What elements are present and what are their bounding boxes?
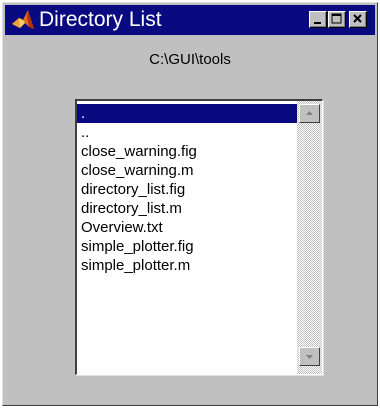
vertical-scrollbar[interactable] bbox=[297, 101, 322, 374]
list-item[interactable]: close_warning.m bbox=[77, 161, 297, 180]
matlab-logo-icon[interactable] bbox=[11, 9, 35, 31]
list-item[interactable]: directory_list.m bbox=[77, 199, 297, 218]
figure-window: Directory List C:\GUI\tools ... close_war… bbox=[2, 2, 378, 406]
close-icon bbox=[353, 14, 362, 23]
current-directory-label: C:\GUI\tools bbox=[149, 51, 231, 68]
maximize-icon bbox=[331, 13, 342, 24]
file-listbox[interactable]: ... close_warning.fig close_warning.m direc… bbox=[75, 99, 323, 375]
list-item[interactable]: Overview.txt bbox=[77, 218, 297, 237]
list-item[interactable]: close_warning.fig bbox=[77, 142, 297, 161]
file-list: ... close_warning.fig close_warning.m direc… bbox=[77, 104, 297, 275]
minimize-button[interactable] bbox=[309, 11, 327, 28]
arrow-up-icon bbox=[306, 111, 313, 115]
scroll-up-button[interactable] bbox=[299, 104, 320, 123]
list-item[interactable]: simple_plotter.m bbox=[77, 256, 297, 275]
list-item[interactable]: simple_plotter.fig bbox=[77, 237, 297, 256]
arrow-down-icon bbox=[306, 355, 313, 359]
title-bar[interactable]: Directory List bbox=[5, 5, 375, 35]
window-title: Directory List bbox=[39, 8, 162, 31]
scroll-down-button[interactable] bbox=[299, 347, 320, 366]
close-button[interactable] bbox=[349, 11, 367, 28]
list-item[interactable]: .. bbox=[77, 123, 297, 142]
list-item[interactable]: directory_list.fig bbox=[77, 180, 297, 199]
list-item[interactable]: . bbox=[77, 104, 297, 123]
minimize-icon bbox=[314, 22, 321, 24]
maximize-button[interactable] bbox=[328, 11, 346, 28]
